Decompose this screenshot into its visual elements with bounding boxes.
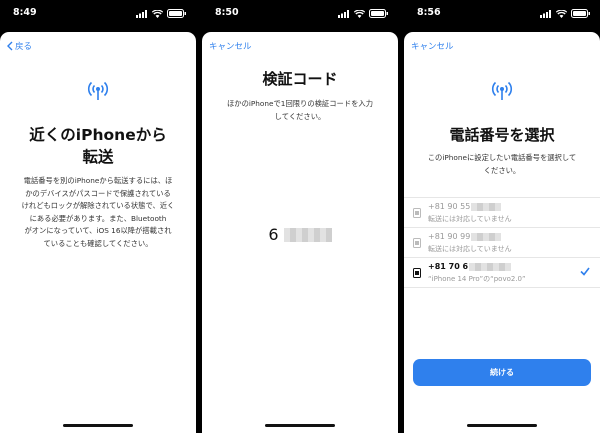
sim-card-icon <box>413 268 421 278</box>
sim-card-icon <box>413 238 421 248</box>
status-time: 8:50 <box>215 7 239 18</box>
battery-icon <box>369 9 388 18</box>
description-text: 電話番号を別のiPhoneから転送するには、ほ かのデバイスがパスコードで保護さ… <box>21 176 175 248</box>
phone-number: +81 70 6 <box>428 262 469 271</box>
status-bar: 8:56 <box>404 0 600 26</box>
back-button[interactable]: 戻る <box>7 40 32 52</box>
status-bar: 8:50 <box>202 0 398 26</box>
modal-sheet: 戻る 近くのiPhoneから 転送 電話番号を別のiPhoneから転送するには、… <box>0 32 196 433</box>
description-text: ほかのiPhoneで1回限りの検証コードを入力 してください。 <box>226 99 374 121</box>
screen-transfer-from-nearby: 8:49 戻る 近くのiPhoneから 転送 電話番号を別のiPhoneから転送… <box>0 0 196 433</box>
code-first-digit: 6 <box>268 225 279 244</box>
battery-icon <box>571 9 590 18</box>
battery-icon <box>167 9 186 18</box>
number-redacted <box>471 202 502 211</box>
page-title: 検証コード <box>262 70 338 88</box>
cancel-label: キャンセル <box>209 42 252 52</box>
sim-card-icon <box>413 208 421 218</box>
screen-verification-code: 8:50 キャンセル 検証コード ほかのiPhoneで1回限りの検証コードを入力… <box>202 0 398 433</box>
page-title: 電話番号を選択 <box>449 126 555 144</box>
home-indicator[interactable] <box>63 424 133 427</box>
option-subtitle: 転送には対応していません <box>428 215 512 223</box>
phone-number: +81 90 99 <box>428 232 471 241</box>
description-text: このiPhoneに設定したい電話番号を選択して ください。 <box>427 153 577 175</box>
cancel-button[interactable]: キャンセル <box>411 40 454 52</box>
phone-number: +81 90 55 <box>428 202 471 211</box>
chevron-left-icon <box>7 41 13 51</box>
broadcast-icon <box>87 81 109 100</box>
option-subtitle: 転送には対応していません <box>428 245 512 253</box>
home-indicator[interactable] <box>467 424 537 427</box>
wifi-icon <box>556 9 567 18</box>
status-bar: 8:49 <box>0 0 196 26</box>
phone-number-option-2[interactable]: +81 90 99 転送には対応していません <box>404 227 600 257</box>
code-redacted <box>283 227 332 242</box>
wifi-icon <box>354 9 365 18</box>
modal-sheet: キャンセル 電話番号を選択 このiPhoneに設定したい電話番号を選択して くだ… <box>404 32 600 433</box>
broadcast-icon <box>491 81 513 100</box>
continue-button[interactable]: 続ける <box>413 359 591 386</box>
phone-number-option-1[interactable]: +81 90 55 転送には対応していません <box>404 197 600 227</box>
status-time: 8:56 <box>417 7 441 18</box>
modal-sheet: キャンセル 検証コード ほかのiPhoneで1回限りの検証コードを入力 してくだ… <box>202 32 398 433</box>
number-redacted <box>469 262 512 271</box>
phone-number-option-3[interactable]: +81 70 6 “iPhone 14 Pro”の“povo2.0” <box>404 257 600 288</box>
checkmark-icon <box>580 267 590 276</box>
cancel-button[interactable]: キャンセル <box>209 40 252 52</box>
cancel-label: キャンセル <box>411 42 454 52</box>
number-redacted <box>471 232 502 241</box>
signal-icon <box>338 9 349 18</box>
home-indicator[interactable] <box>265 424 335 427</box>
option-subtitle: “iPhone 14 Pro”の“povo2.0” <box>428 275 526 283</box>
phone-number-list: +81 90 55 転送には対応していません +81 90 99 転送には対応し… <box>404 197 600 288</box>
signal-icon <box>136 9 147 18</box>
back-label: 戻る <box>15 42 33 52</box>
status-time: 8:49 <box>13 7 37 18</box>
verification-code-display: 6 <box>202 224 398 244</box>
signal-icon <box>540 9 551 18</box>
wifi-icon <box>152 9 163 18</box>
screen-select-phone-number: 8:56 キャンセル 電話番号を選択 このiPhoneに設定したい電話番号を選択… <box>404 0 600 433</box>
page-title: 近くのiPhoneから 転送 <box>29 126 167 166</box>
